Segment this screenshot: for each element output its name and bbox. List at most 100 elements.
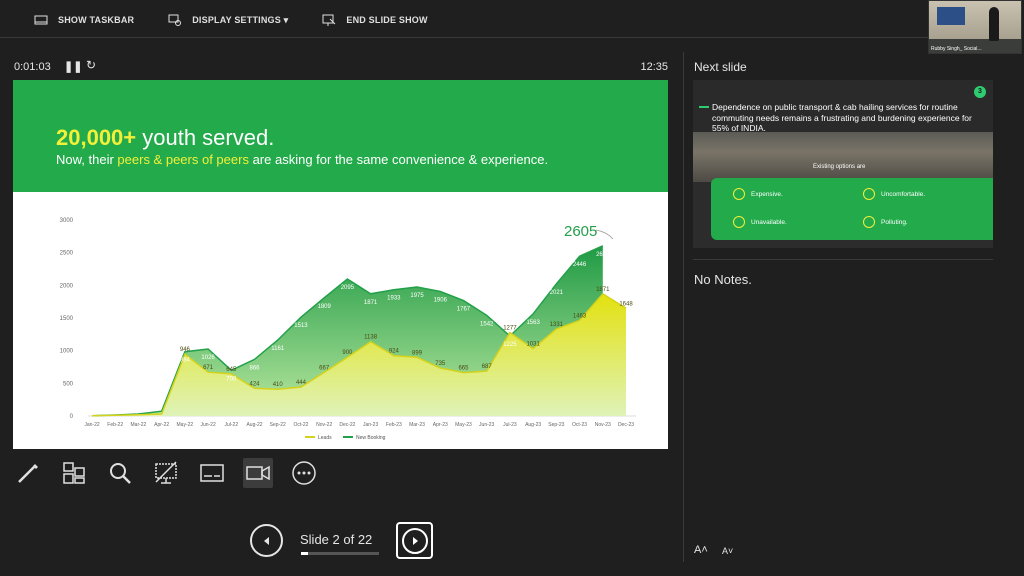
booking-data-label: 1161 — [271, 346, 285, 352]
show-taskbar-label: SHOW TASKBAR — [58, 15, 135, 25]
display-settings-button[interactable]: DISPLAY SETTINGS ▾ — [168, 13, 288, 27]
booking-data-label: 1026 — [201, 355, 215, 361]
next-slide-text: Dependence on public transport & cab hai… — [712, 102, 972, 133]
previous-slide-button[interactable] — [250, 524, 283, 557]
end-slide-show-button[interactable]: END SLIDE SHOW — [322, 13, 427, 27]
leads-data-label: 1138 — [364, 335, 378, 341]
x-tick-label: Jun-22 — [200, 422, 216, 428]
display-icon — [168, 14, 182, 26]
black-screen-button[interactable] — [151, 458, 181, 488]
elapsed-timer: 0:01:03 — [14, 61, 51, 73]
leads-data-label: 900 — [342, 350, 353, 356]
legend-swatch — [305, 436, 315, 438]
booking-data-label: 1933 — [387, 296, 401, 302]
top-toolbar: SHOW TASKBAR DISPLAY SETTINGS ▾ END SLID… — [0, 0, 1024, 40]
y-tick-label: 0 — [70, 414, 74, 420]
end-slide-show-label: END SLIDE SHOW — [346, 15, 428, 25]
booking-data-label: 1767 — [457, 307, 471, 313]
camera-toggle-button[interactable] — [243, 458, 273, 488]
leads-data-label: 1871 — [596, 287, 610, 293]
slide-progress-bar — [301, 552, 379, 555]
booking-data-label: 1906 — [434, 297, 448, 303]
see-all-slides-button[interactable] — [59, 458, 89, 488]
webcam-name: Rubby Singh_ Social... — [931, 46, 982, 52]
leads-data-label: 946 — [180, 347, 191, 353]
x-tick-label: May-23 — [455, 422, 472, 428]
booking-data-label: 1975 — [410, 293, 424, 299]
leads-data-label: 687 — [482, 364, 493, 370]
notes-divider — [693, 259, 993, 260]
taskbar-icon — [34, 15, 48, 25]
x-tick-label: Nov-22 — [316, 422, 332, 428]
camera-icon — [246, 465, 270, 481]
end-show-icon — [322, 14, 336, 26]
leads-data-label: 899 — [412, 350, 423, 356]
leads-data-label: 671 — [203, 365, 214, 371]
leads-data-label: 735 — [435, 361, 446, 367]
slide-subtitle: Now, their peers & peers of peers are as… — [56, 152, 548, 167]
show-taskbar-button[interactable]: SHOW TASKBAR — [34, 13, 134, 27]
slide-title-rest: youth served. — [136, 125, 275, 150]
y-tick-label: 2500 — [60, 251, 74, 257]
booking-data-label: 1563 — [526, 320, 540, 326]
next-slide-options-panel: Expensive. Uncomfortable. Unavailable. P… — [711, 178, 993, 240]
pen-tool-button[interactable] — [13, 458, 43, 488]
next-slide-existing: Existing options are — [813, 164, 866, 170]
zoom-icon — [110, 463, 131, 484]
more-icon — [292, 461, 316, 485]
slide-counter[interactable]: Slide 2 of 22 — [300, 532, 372, 547]
booking-data-label: 2021 — [550, 290, 564, 296]
y-tick-label: 3000 — [60, 218, 74, 224]
booking-data-label: 2605 — [596, 252, 610, 258]
booking-data-label: 2095 — [341, 285, 355, 291]
next-slide-button[interactable] — [396, 522, 433, 559]
booking-data-label: 700 — [226, 376, 237, 382]
slide-title-number: 20,000+ — [56, 125, 137, 150]
decrease-font-button[interactable]: A˅ — [722, 546, 733, 556]
toolbar-divider — [0, 37, 990, 38]
prev-icon — [263, 536, 269, 545]
x-tick-label: Jan-22 — [84, 422, 100, 428]
restart-icon[interactable]: ↻ — [86, 58, 96, 72]
leads-data-label: 1463 — [573, 313, 587, 319]
leads-data-label: 410 — [273, 382, 284, 388]
area-chart: 050010001500200025003000 74984 1026700866… — [60, 218, 636, 441]
legend-label: New Booking — [356, 435, 386, 441]
pane-divider[interactable] — [683, 52, 684, 562]
slide-progress-fill — [301, 552, 309, 555]
x-tick-label: Dec-22 — [339, 422, 355, 428]
booking-data-label: 1225 — [503, 342, 517, 348]
x-tick-label: Sep-22 — [270, 422, 286, 428]
booking-data-label: 1809 — [317, 304, 331, 310]
chart-callout: 2605 — [564, 223, 597, 240]
x-tick-label: Aug-22 — [246, 422, 262, 428]
zoom-button[interactable] — [105, 458, 135, 488]
grid-icon — [63, 462, 85, 484]
next-slide-thumbnail[interactable]: 3 Dependence on public transport & cab h… — [693, 80, 993, 248]
subtitles-icon — [200, 464, 224, 482]
current-slide: 20,000+ youth served. Now, their peers &… — [13, 80, 668, 449]
slide-title: 20,000+ youth served. — [56, 125, 274, 151]
subtitle-part-1: Now, their — [56, 152, 118, 167]
x-tick-label: Oct-23 — [572, 422, 587, 428]
option-uncomfortable: Uncomfortable. — [863, 188, 925, 200]
y-tick-label: 2000 — [60, 283, 74, 289]
leads-data-label: 1031 — [526, 342, 540, 348]
presenter-view: SHOW TASKBAR DISPLAY SETTINGS ▾ END SLID… — [0, 0, 1024, 576]
subtitles-button[interactable] — [197, 458, 227, 488]
x-tick-label: Apr-23 — [433, 422, 448, 428]
leads-data-label: 1277 — [503, 326, 517, 332]
next-slide-label: Next slide — [694, 60, 747, 74]
x-tick-label: Aug-23 — [525, 422, 541, 428]
next-slide-number: 3 — [974, 86, 986, 98]
x-tick-label: Jun-23 — [479, 422, 495, 428]
x-tick-label: Jul-22 — [224, 422, 238, 428]
legend-label: Leads — [318, 435, 332, 441]
leads-data-label: 924 — [389, 349, 400, 355]
more-options-button[interactable] — [289, 458, 319, 488]
leads-data-label: 1648 — [619, 301, 633, 307]
increase-font-button[interactable]: A˄ — [694, 544, 708, 556]
pause-icon[interactable]: ❚❚ — [64, 60, 82, 73]
leads-data-label: 1331 — [550, 322, 564, 328]
option-unavailable: Unavailable. — [733, 216, 787, 228]
